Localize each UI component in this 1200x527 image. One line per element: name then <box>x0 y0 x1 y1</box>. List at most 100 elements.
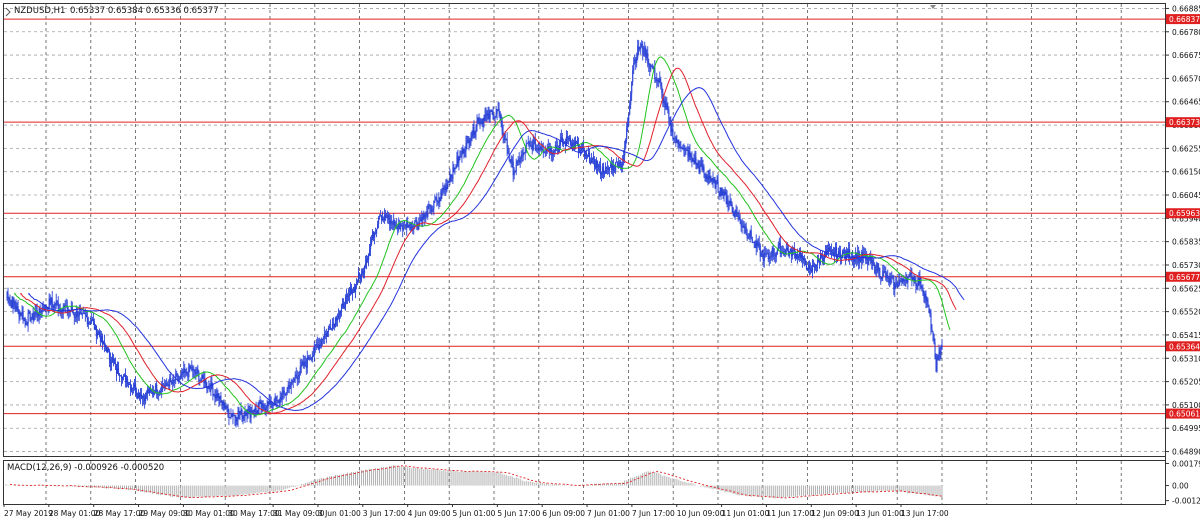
candle-body <box>784 249 786 254</box>
candle-body <box>27 313 29 325</box>
candle-body <box>349 287 352 295</box>
candle-body <box>598 165 600 168</box>
candle-body <box>447 181 449 185</box>
candle-body <box>196 368 198 374</box>
candle-body <box>406 221 408 229</box>
candle-body <box>901 278 903 283</box>
candle-body <box>941 344 943 350</box>
candle-body <box>769 256 771 258</box>
candle-body <box>281 392 283 400</box>
candle-body <box>231 413 233 417</box>
candle-body <box>594 159 596 167</box>
candle-body <box>96 333 98 337</box>
candle-body <box>587 152 590 157</box>
candle-body <box>768 256 770 260</box>
candle-body <box>38 308 40 317</box>
candle-body <box>706 176 708 179</box>
y-tick-label: 0.65730 <box>1172 261 1200 270</box>
candle-body <box>318 344 320 350</box>
candle-body <box>766 253 768 255</box>
candle-body <box>491 110 493 112</box>
candle-body <box>705 174 707 179</box>
candle-body <box>293 377 295 381</box>
candle-body <box>223 401 225 408</box>
candle-body <box>740 221 742 227</box>
candle-body <box>859 257 861 263</box>
candle-body <box>754 242 756 248</box>
candle-body <box>672 128 674 139</box>
candle-body <box>744 226 746 228</box>
candle-body <box>81 313 83 314</box>
candle-body <box>635 59 637 63</box>
candle-body <box>17 306 19 311</box>
candle-body <box>291 381 293 382</box>
candle-body <box>85 314 87 318</box>
candle-body <box>435 197 437 201</box>
candle-body <box>678 143 680 147</box>
candle-body <box>46 308 48 310</box>
candle-body <box>126 378 128 383</box>
candle-body <box>144 397 146 402</box>
candle-body <box>486 114 488 116</box>
candle-body <box>160 390 162 392</box>
candle-body <box>809 268 812 270</box>
candle-body <box>835 247 837 253</box>
chart-window[interactable]: 0.66885 0.66780 0.66675 0.66570 0.66465 0.663… <box>0 0 1200 523</box>
candle-body <box>12 299 14 308</box>
candle-body <box>350 287 353 295</box>
candle-body <box>699 165 701 173</box>
candle-body <box>524 151 526 153</box>
candle-body <box>24 318 26 322</box>
candle-body <box>501 120 503 133</box>
candle-body <box>55 300 57 306</box>
candle-body <box>720 187 722 196</box>
candle-body <box>703 167 705 174</box>
candle-body <box>28 311 30 314</box>
candle-body <box>509 159 511 163</box>
candle-body <box>613 164 615 172</box>
candle-body <box>128 384 130 385</box>
candle-body <box>459 157 461 158</box>
candle-body <box>513 171 515 176</box>
candle-body <box>402 226 404 230</box>
candle-body <box>80 313 82 314</box>
ohlc-label: 0.65337 0.65384 0.65336 0.65377 <box>70 6 219 16</box>
candle-body <box>94 325 96 330</box>
candle-body <box>838 251 840 256</box>
candle-body <box>331 324 333 329</box>
candle-body <box>585 153 588 157</box>
candle-body <box>385 214 387 218</box>
candle-body <box>187 375 189 378</box>
candle-body <box>30 318 32 321</box>
candle-body <box>127 378 129 385</box>
candle-body <box>730 200 732 205</box>
candle-body <box>300 365 302 367</box>
candle-body <box>233 415 235 417</box>
candle-body <box>630 93 632 105</box>
chart-canvas[interactable]: 0.66885 0.66780 0.66675 0.66570 0.66465 0.663… <box>0 0 1200 523</box>
candle-body <box>134 384 136 388</box>
candle-body <box>514 171 516 173</box>
candle-body <box>639 47 641 50</box>
candle-body <box>482 118 484 124</box>
candle-body <box>595 166 597 169</box>
y-tick-label: 0.66780 <box>1172 28 1200 37</box>
candle-body <box>420 217 422 221</box>
x-tick-label: 4 Jun 09:00 <box>408 509 451 518</box>
candle-body <box>104 344 107 347</box>
candle-body <box>634 59 636 64</box>
candle-body <box>464 150 466 152</box>
candle-body <box>284 393 286 396</box>
candle-body <box>182 371 184 374</box>
candle-body <box>530 145 532 147</box>
candle-body <box>576 143 579 145</box>
candle-body <box>936 359 938 372</box>
candle-body <box>135 384 137 394</box>
candle-body <box>677 139 679 144</box>
candle-body <box>108 350 111 360</box>
candle-body <box>818 261 821 264</box>
candle-body <box>171 381 173 385</box>
macd-panel[interactable] <box>3 460 1166 505</box>
candle-body <box>733 212 735 217</box>
candle-body <box>909 272 911 276</box>
